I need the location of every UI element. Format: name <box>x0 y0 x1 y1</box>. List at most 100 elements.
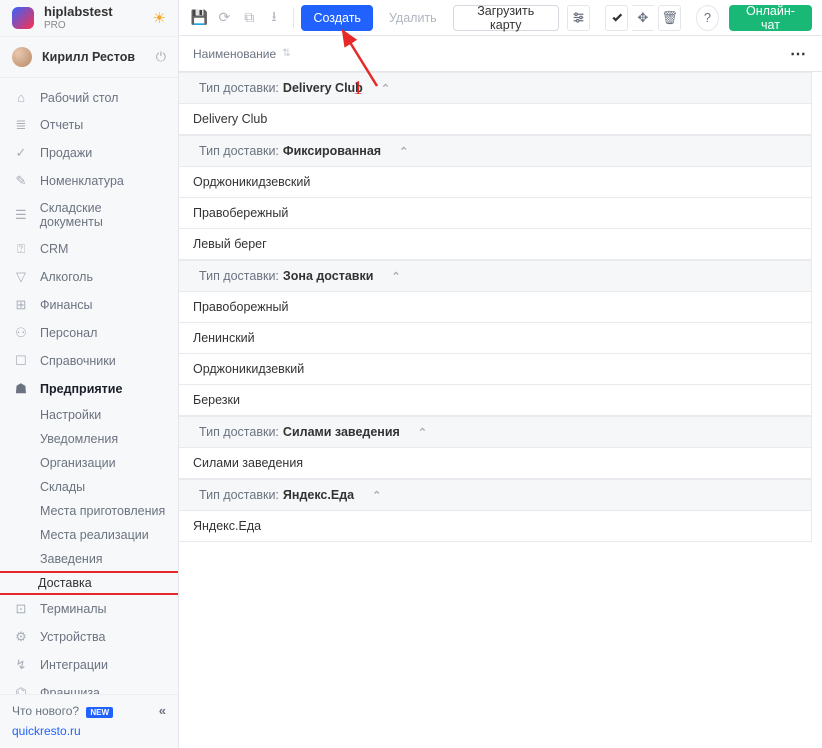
brand-block: hiplabstest PRO <box>44 5 113 30</box>
new-badge: NEW <box>86 707 113 718</box>
columns-menu-icon[interactable]: ⋯ <box>790 44 808 64</box>
group-label: Тип доставки: <box>199 144 279 158</box>
nav-label: Предприятие <box>40 382 122 396</box>
nav-icon: ≣ <box>12 117 30 133</box>
columns-header: Наименование ⇅ ⋯ <box>179 36 822 72</box>
nav-item-8[interactable]: ⚇ Персонал <box>0 319 178 347</box>
main-area: 💾 ⟳ ⧉ ⭳ Создать Удалить Загрузить карту … <box>179 0 822 748</box>
group-value: Фиксированная <box>283 144 381 158</box>
sidebar-footer: Что нового? NEW « quickresto.ru <box>0 694 178 748</box>
table-row[interactable]: Ленинский <box>179 323 812 354</box>
collapse-sidebar-icon[interactable]: « <box>159 703 166 718</box>
nav-icon: ✎ <box>12 173 30 189</box>
nav-icon: ⍰ <box>12 241 30 257</box>
nav-label: CRM <box>40 242 68 256</box>
nav-label: Устройства <box>40 630 105 644</box>
nav-label: Справочники <box>40 354 116 368</box>
chevron-up-icon: ⌃ <box>391 270 400 283</box>
nav-rest-2[interactable]: ↯ Интеграции <box>0 651 178 679</box>
user-name: Кирилл Рестов <box>42 50 156 64</box>
delete-button[interactable]: Удалить <box>377 5 449 31</box>
site-link[interactable]: quickresto.ru <box>12 724 166 738</box>
nav-icon: ⚇ <box>12 325 30 341</box>
nav-sub-5[interactable]: Места реализации <box>0 523 178 547</box>
nav-label: Интеграции <box>40 658 108 672</box>
group-header-0[interactable]: Тип доставки: Delivery Club⌃ <box>179 72 812 104</box>
nav-item-4[interactable]: ☰Складские документы <box>0 195 178 235</box>
table-row[interactable]: Левый берег <box>179 229 812 260</box>
group-header-1[interactable]: Тип доставки: Фиксированная⌃ <box>179 135 812 167</box>
filters-icon[interactable] <box>567 5 590 31</box>
trash-icon[interactable]: 🗑 <box>658 5 681 31</box>
refresh-icon[interactable]: ⟳ <box>214 6 235 30</box>
theme-icon[interactable]: ☀ <box>153 9 166 27</box>
create-button[interactable]: Создать <box>301 5 373 31</box>
nav-sub-7[interactable]: Доставка <box>0 571 178 595</box>
load-map-button[interactable]: Загрузить карту <box>453 5 559 31</box>
nav-item-2[interactable]: ✓Продажи <box>0 139 178 167</box>
table-row[interactable]: Орджоникидзевский <box>179 167 812 198</box>
move-icon[interactable]: ✥ <box>632 5 655 31</box>
nav-item-10[interactable]: ☗Предприятие <box>0 375 178 403</box>
download-icon[interactable]: ⭳ <box>264 6 285 30</box>
nav-icon: ⌂ <box>12 90 30 105</box>
nav-item-5[interactable]: ⍰ CRM <box>0 235 178 263</box>
group-header-4[interactable]: Тип доставки: Яндекс.Еда⌃ <box>179 479 812 511</box>
table-row[interactable]: Березки <box>179 385 812 416</box>
nav-item-7[interactable]: ⊞Финансы <box>0 291 178 319</box>
group-label: Тип доставки: <box>199 269 279 283</box>
power-icon[interactable]: ⏻ <box>156 49 166 65</box>
nav-rest-1[interactable]: ⚙ Устройства <box>0 623 178 651</box>
nav-label: Отчеты <box>40 118 83 132</box>
tools-icon[interactable] <box>605 5 628 31</box>
user-row[interactable]: Кирилл Рестов ⏻ <box>0 36 178 78</box>
save-icon[interactable]: 💾 <box>189 6 210 30</box>
nav-rest-3[interactable]: ⌬Франшиза <box>0 679 178 694</box>
nav-sub-2[interactable]: Организации <box>0 451 178 475</box>
table-row[interactable]: Силами заведения <box>179 448 812 479</box>
column-name[interactable]: Наименование ⇅ <box>193 47 291 61</box>
avatar <box>12 47 32 67</box>
help-icon[interactable]: ? <box>696 5 719 31</box>
nav-label: Франшиза <box>40 686 100 694</box>
nav-label: Продажи <box>40 146 92 160</box>
sidebar: hiplabstest PRO ☀ Кирилл Рестов ⏻ ⌂Рабоч… <box>0 0 179 748</box>
nav-label: Номенклатура <box>40 174 124 188</box>
nav-item-3[interactable]: ✎ Номенклатура <box>0 167 178 195</box>
nav-item-6[interactable]: ▽Алкоголь <box>0 263 178 291</box>
nav-rest-0[interactable]: ⊡Терминалы <box>0 595 178 623</box>
nav-icon: ☰ <box>12 207 30 223</box>
nav-item-9[interactable]: ☐ Справочники <box>0 347 178 375</box>
table-row[interactable]: Правобережный <box>179 198 812 229</box>
nav-item-1[interactable]: ≣ Отчеты <box>0 111 178 139</box>
group-label: Тип доставки: <box>199 81 279 95</box>
nav-label: Персонал <box>40 326 97 340</box>
nav-sub-4[interactable]: Места приготовления <box>0 499 178 523</box>
chevron-up-icon: ⌃ <box>372 489 381 502</box>
group-label: Тип доставки: <box>199 425 279 439</box>
group-header-2[interactable]: Тип доставки: Зона доставки⌃ <box>179 260 812 292</box>
group-value: Яндекс.Еда <box>283 488 354 502</box>
chat-button[interactable]: Онлайн-чат <box>729 5 812 31</box>
sidebar-header: hiplabstest PRO ☀ <box>0 0 178 36</box>
table-row[interactable]: Орджоникидзевкий <box>179 354 812 385</box>
nav-icon: ↯ <box>12 657 30 673</box>
nav-sub-0[interactable]: Настройки <box>0 403 178 427</box>
nav-icon: ☐ <box>12 353 30 369</box>
nav-sub-3[interactable]: Склады <box>0 475 178 499</box>
group-header-3[interactable]: Тип доставки: Силами заведения⌃ <box>179 416 812 448</box>
nav: ⌂Рабочий стол ≣ Отчеты ✓Продажи ✎ Номенклатур… <box>0 78 178 694</box>
whatsnew-link[interactable]: Что нового? <box>12 704 79 718</box>
table-row[interactable]: Яндекс.Еда <box>179 511 812 542</box>
nav-icon: ⚙ <box>12 629 30 645</box>
nav-label: Алкоголь <box>40 270 93 284</box>
brand-name: hiplabstest <box>44 5 113 19</box>
table-row[interactable]: Правоборежный <box>179 292 812 323</box>
brand-sub: PRO <box>44 20 113 31</box>
table-row[interactable]: Delivery Club <box>179 104 812 135</box>
nav-sub-6[interactable]: Заведения <box>0 547 178 571</box>
nav-sub-1[interactable]: Уведомления <box>0 427 178 451</box>
group-value: Силами заведения <box>283 425 400 439</box>
copy-icon[interactable]: ⧉ <box>239 6 260 30</box>
nav-item-0[interactable]: ⌂Рабочий стол <box>0 84 178 111</box>
